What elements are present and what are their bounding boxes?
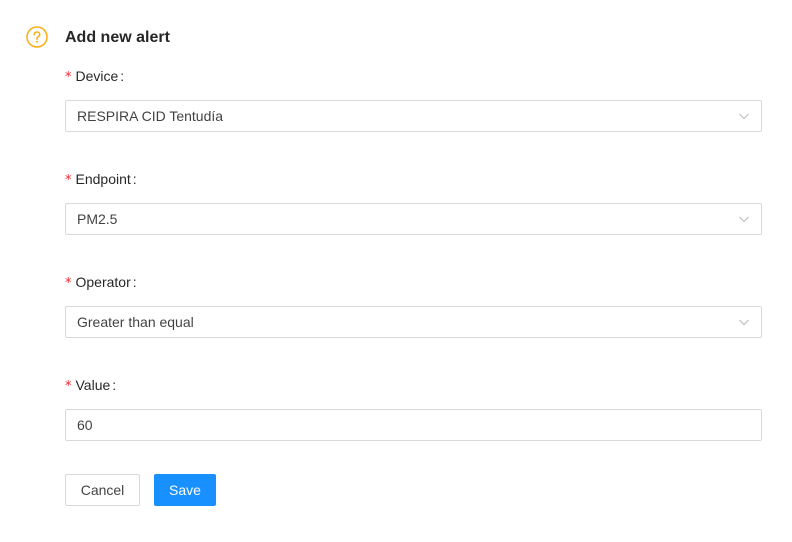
required-mark: * — [65, 173, 72, 188]
value-input-text: 60 — [77, 417, 93, 433]
device-select[interactable]: RESPIRA CID Tentudía — [65, 100, 762, 132]
device-label: * Device: — [65, 67, 124, 87]
operator-label-text: Operator — [75, 274, 131, 290]
add-alert-dialog: Add new alert * Device: RESPIRA CID Tentu… — [0, 0, 792, 542]
cancel-button[interactable]: Cancel — [65, 474, 140, 506]
label-colon: : — [112, 377, 117, 393]
endpoint-label: * Endpoint: — [65, 170, 137, 190]
operator-select[interactable]: Greater than equal — [65, 306, 762, 338]
label-colon: : — [120, 68, 125, 84]
required-mark: * — [65, 70, 72, 85]
chevron-down-icon — [739, 319, 749, 326]
chevron-down-icon — [739, 216, 749, 223]
endpoint-select[interactable]: PM2.5 — [65, 203, 762, 235]
required-mark: * — [65, 379, 72, 394]
endpoint-label-text: Endpoint — [75, 171, 131, 187]
required-mark: * — [65, 276, 72, 291]
question-circle-icon — [26, 26, 48, 48]
device-select-value: RESPIRA CID Tentudía — [77, 108, 224, 124]
label-colon: : — [132, 171, 137, 187]
operator-label: * Operator: — [65, 273, 137, 293]
value-input[interactable]: 60 — [65, 409, 762, 441]
operator-select-value: Greater than equal — [77, 314, 194, 330]
value-label-text: Value — [75, 377, 111, 393]
save-button[interactable]: Save — [154, 474, 216, 506]
value-label: * Value: — [65, 376, 116, 396]
dialog-title: Add new alert — [65, 29, 170, 46]
device-label-text: Device — [75, 68, 119, 84]
endpoint-select-value: PM2.5 — [77, 211, 118, 227]
label-colon: : — [132, 274, 137, 290]
chevron-down-icon — [739, 113, 749, 120]
